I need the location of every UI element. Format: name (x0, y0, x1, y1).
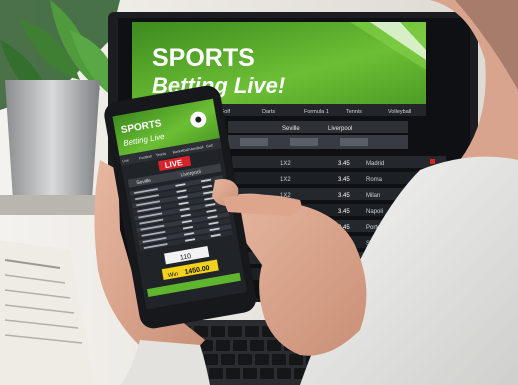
laptop-match-away: Liverpool (328, 126, 352, 132)
keyboard-key (238, 354, 252, 365)
keyboard-key (233, 340, 247, 351)
photo-scene: SPORTS Betting Live! BasketballHandballG… (0, 0, 518, 385)
laptop-odds-value: 3.45 (338, 193, 350, 199)
laptop-nav-item[interactable]: Darts (262, 109, 275, 115)
laptop-odds-value: 3.45 (338, 161, 350, 167)
laptop-odds-chip[interactable] (340, 138, 368, 146)
laptop-odds-team: Madrid (366, 161, 384, 167)
keyboard-key (250, 340, 264, 351)
scene-svg: SPORTS Betting Live! BasketballHandballG… (0, 0, 518, 385)
keyboard-key (228, 326, 242, 337)
laptop-banner-title: SPORTS (152, 44, 255, 72)
laptop-odds-value: 3.45 (338, 177, 350, 183)
keyboard-key (255, 354, 269, 365)
laptop-match-home: Seville (282, 126, 300, 132)
laptop-odds-team: Roma (366, 177, 383, 183)
laptop-odds-code: 1X2 (280, 161, 291, 167)
keyboard-key (267, 340, 281, 351)
laptop-nav-item[interactable]: Formula 1 (304, 109, 329, 115)
keyboard-key (245, 326, 259, 337)
keyboard-key (209, 368, 223, 379)
laptop-odds-chip[interactable] (290, 138, 318, 146)
laptop-odds-code: 1X2 (280, 177, 291, 183)
laptop-nav-item[interactable]: Volleyball (388, 109, 411, 115)
keyboard-key (277, 368, 291, 379)
keyboard-key (226, 368, 240, 379)
laptop-match-bar (228, 121, 408, 133)
keyboard-key (260, 368, 274, 379)
laptop-odds-team: Milan (366, 193, 380, 199)
keyboard-key (221, 354, 235, 365)
laptop-nav-item[interactable]: Tennis (346, 109, 362, 115)
keyboard-key (243, 368, 257, 379)
keyboard-key (216, 340, 230, 351)
laptop-odds-value: 3.45 (338, 209, 350, 215)
odds-trend-indicator (430, 159, 435, 164)
keyboard-key (211, 326, 225, 337)
keyboard-key (272, 354, 286, 365)
laptop-odds-chip[interactable] (240, 138, 268, 146)
keyboard-key (289, 354, 303, 365)
keyboard-key (204, 354, 218, 365)
laptop-odds-team: Napoli (366, 209, 383, 215)
